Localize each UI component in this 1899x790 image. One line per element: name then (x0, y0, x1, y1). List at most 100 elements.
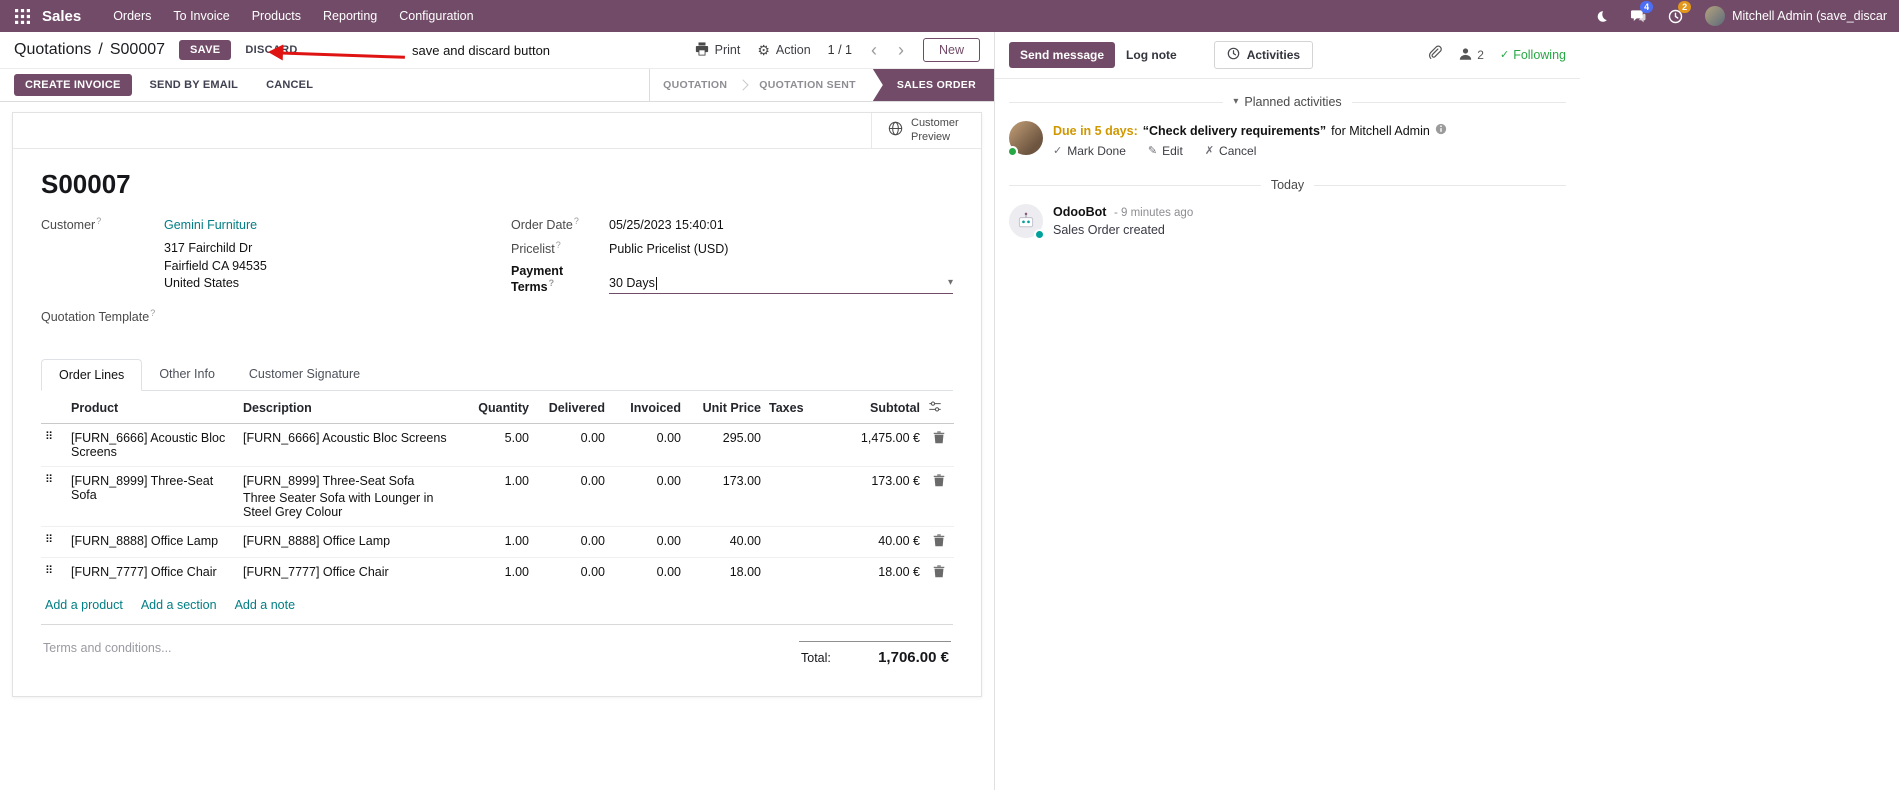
apps-menu-icon[interactable] (12, 6, 32, 26)
discard-button[interactable]: DISCARD (235, 40, 307, 60)
col-invoiced[interactable]: Invoiced (609, 390, 685, 424)
activities-tab[interactable]: Activities (1213, 41, 1314, 69)
cell-delivered[interactable]: 0.00 (533, 465, 609, 527)
customer-value-link[interactable]: Gemini Furniture (164, 218, 257, 232)
mark-done-button[interactable]: ✓ Mark Done (1053, 144, 1126, 158)
delete-line-icon[interactable] (924, 556, 954, 588)
cell-description[interactable]: [FURN_8888] Office Lamp (239, 525, 469, 558)
cell-unit-price[interactable]: 295.00 (685, 423, 765, 466)
cell-delivered[interactable]: 0.00 (533, 423, 609, 466)
cell-quantity[interactable]: 5.00 (469, 423, 533, 466)
collapse-caret-icon[interactable]: ▾ (1233, 97, 1238, 107)
delete-line-icon[interactable] (924, 465, 954, 527)
menu-to-invoice[interactable]: To Invoice (163, 4, 239, 28)
terms-placeholder[interactable]: Terms and conditions... (43, 641, 172, 674)
add-section-link[interactable]: Add a section (141, 598, 217, 612)
customer-preview-button[interactable]: Customer Preview (871, 113, 981, 148)
activities-clock-icon[interactable]: 2 (1668, 0, 1692, 24)
planned-activities-header[interactable]: ▾ Planned activities (1009, 95, 1566, 109)
add-note-link[interactable]: Add a note (235, 598, 295, 612)
optional-columns-icon[interactable] (924, 390, 954, 424)
cell-delivered[interactable]: 0.00 (533, 525, 609, 558)
delete-line-icon[interactable] (924, 525, 954, 558)
send-message-button[interactable]: Send message (1009, 42, 1116, 68)
drag-handle-icon[interactable]: ⠿ (45, 431, 53, 443)
cancel-activity-button[interactable]: ✗ Cancel (1205, 144, 1257, 158)
cell-unit-price[interactable]: 18.00 (685, 556, 765, 588)
order-date-field[interactable]: 05/25/2023 15:40:01 (609, 218, 724, 232)
send-by-email-button[interactable]: SEND BY EMAIL (140, 74, 249, 96)
stage-sales-order[interactable]: SALES ORDER (872, 69, 994, 101)
cell-product[interactable]: [FURN_6666] Acoustic Bloc Screens (67, 423, 239, 466)
cell-product[interactable]: [FURN_8888] Office Lamp (67, 525, 239, 558)
order-line-row[interactable]: ⠿ [FURN_8888] Office Lamp [FURN_8888] Of… (41, 525, 954, 558)
col-unit-price[interactable]: Unit Price (685, 390, 765, 424)
payment-terms-field[interactable]: 30 Days ▾ (609, 276, 953, 295)
cell-quantity[interactable]: 1.00 (469, 525, 533, 558)
cell-description[interactable]: [FURN_7777] Office Chair (239, 556, 469, 588)
pager-next-icon[interactable]: › (896, 41, 906, 59)
messages-icon[interactable]: 4 (1630, 0, 1654, 24)
tab-order-lines[interactable]: Order Lines (41, 358, 143, 391)
col-product[interactable]: Product (67, 390, 239, 424)
stage-quotation-sent[interactable]: QUOTATION SENT (746, 69, 869, 101)
following-button[interactable]: ✓ Following (1500, 48, 1566, 62)
menu-configuration[interactable]: Configuration (389, 4, 483, 28)
tab-customer-signature[interactable]: Customer Signature (232, 359, 377, 391)
cell-quantity[interactable]: 1.00 (469, 556, 533, 588)
info-icon[interactable] (1435, 123, 1447, 138)
drag-handle-icon[interactable]: ⠿ (45, 565, 53, 577)
dropdown-caret-icon[interactable]: ▾ (948, 278, 953, 288)
cell-invoiced[interactable]: 0.00 (609, 525, 685, 558)
cell-invoiced[interactable]: 0.00 (609, 465, 685, 527)
menu-reporting[interactable]: Reporting (313, 4, 387, 28)
print-button[interactable]: Print (695, 41, 740, 59)
cell-taxes[interactable] (765, 423, 825, 466)
create-invoice-button[interactable]: CREATE INVOICE (14, 74, 132, 96)
cell-taxes[interactable] (765, 556, 825, 588)
cell-product[interactable]: [FURN_8999] Three-Seat Sofa (67, 465, 239, 527)
tab-other-info[interactable]: Other Info (142, 359, 232, 391)
cell-delivered[interactable]: 0.00 (533, 556, 609, 588)
drag-handle-icon[interactable]: ⠿ (45, 534, 53, 546)
order-line-row[interactable]: ⠿ [FURN_7777] Office Chair [FURN_7777] O… (41, 556, 954, 588)
breadcrumb-quotations[interactable]: Quotations (14, 41, 91, 59)
menu-orders[interactable]: Orders (103, 4, 161, 28)
cell-description[interactable]: [FURN_6666] Acoustic Bloc Screens (239, 423, 469, 466)
cell-unit-price[interactable]: 173.00 (685, 465, 765, 527)
new-button[interactable]: New (922, 38, 980, 62)
cell-invoiced[interactable]: 0.00 (609, 556, 685, 588)
cell-quantity[interactable]: 1.00 (469, 465, 533, 527)
add-product-link[interactable]: Add a product (45, 598, 123, 612)
cell-description[interactable]: [FURN_8999] Three-Seat Sofa Three Seater … (239, 465, 469, 527)
moon-icon[interactable] (1595, 10, 1608, 23)
order-line-row[interactable]: ⠿ [FURN_6666] Acoustic Bloc Screens [FUR… (41, 423, 954, 466)
cell-invoiced[interactable]: 0.00 (609, 423, 685, 466)
cell-taxes[interactable] (765, 465, 825, 527)
order-line-row[interactable]: ⠿ [FURN_8999] Three-Seat Sofa [FURN_8999… (41, 465, 954, 527)
action-button[interactable]: ⚙ Action (757, 43, 810, 57)
cancel-button[interactable]: CANCEL (256, 74, 323, 96)
col-description[interactable]: Description (239, 390, 469, 424)
pricelist-field[interactable]: Public Pricelist (USD) (609, 242, 728, 256)
col-quantity[interactable]: Quantity (469, 390, 533, 424)
log-note-button[interactable]: Log note (1115, 42, 1188, 68)
cell-product[interactable]: [FURN_7777] Office Chair (67, 556, 239, 588)
edit-activity-button[interactable]: ✎ Edit (1148, 144, 1183, 158)
stage-quotation[interactable]: QUOTATION (650, 69, 740, 101)
col-delivered[interactable]: Delivered (533, 390, 609, 424)
message-author[interactable]: OdooBot (1053, 205, 1106, 219)
drag-handle-icon[interactable]: ⠿ (45, 474, 53, 486)
followers-button[interactable]: 2 (1458, 47, 1484, 64)
menu-products[interactable]: Products (242, 4, 311, 28)
col-taxes[interactable]: Taxes (765, 390, 825, 424)
cell-taxes[interactable] (765, 525, 825, 558)
help-icon: ? (573, 216, 579, 226)
user-menu[interactable]: Mitchell Admin (save_discar (1705, 6, 1887, 26)
delete-line-icon[interactable] (924, 423, 954, 466)
attachments-icon[interactable] (1427, 45, 1443, 65)
pager-previous-icon[interactable]: ‹ (869, 41, 879, 59)
cell-unit-price[interactable]: 40.00 (685, 525, 765, 558)
save-button[interactable]: SAVE (179, 40, 232, 60)
col-subtotal[interactable]: Subtotal (825, 390, 924, 424)
